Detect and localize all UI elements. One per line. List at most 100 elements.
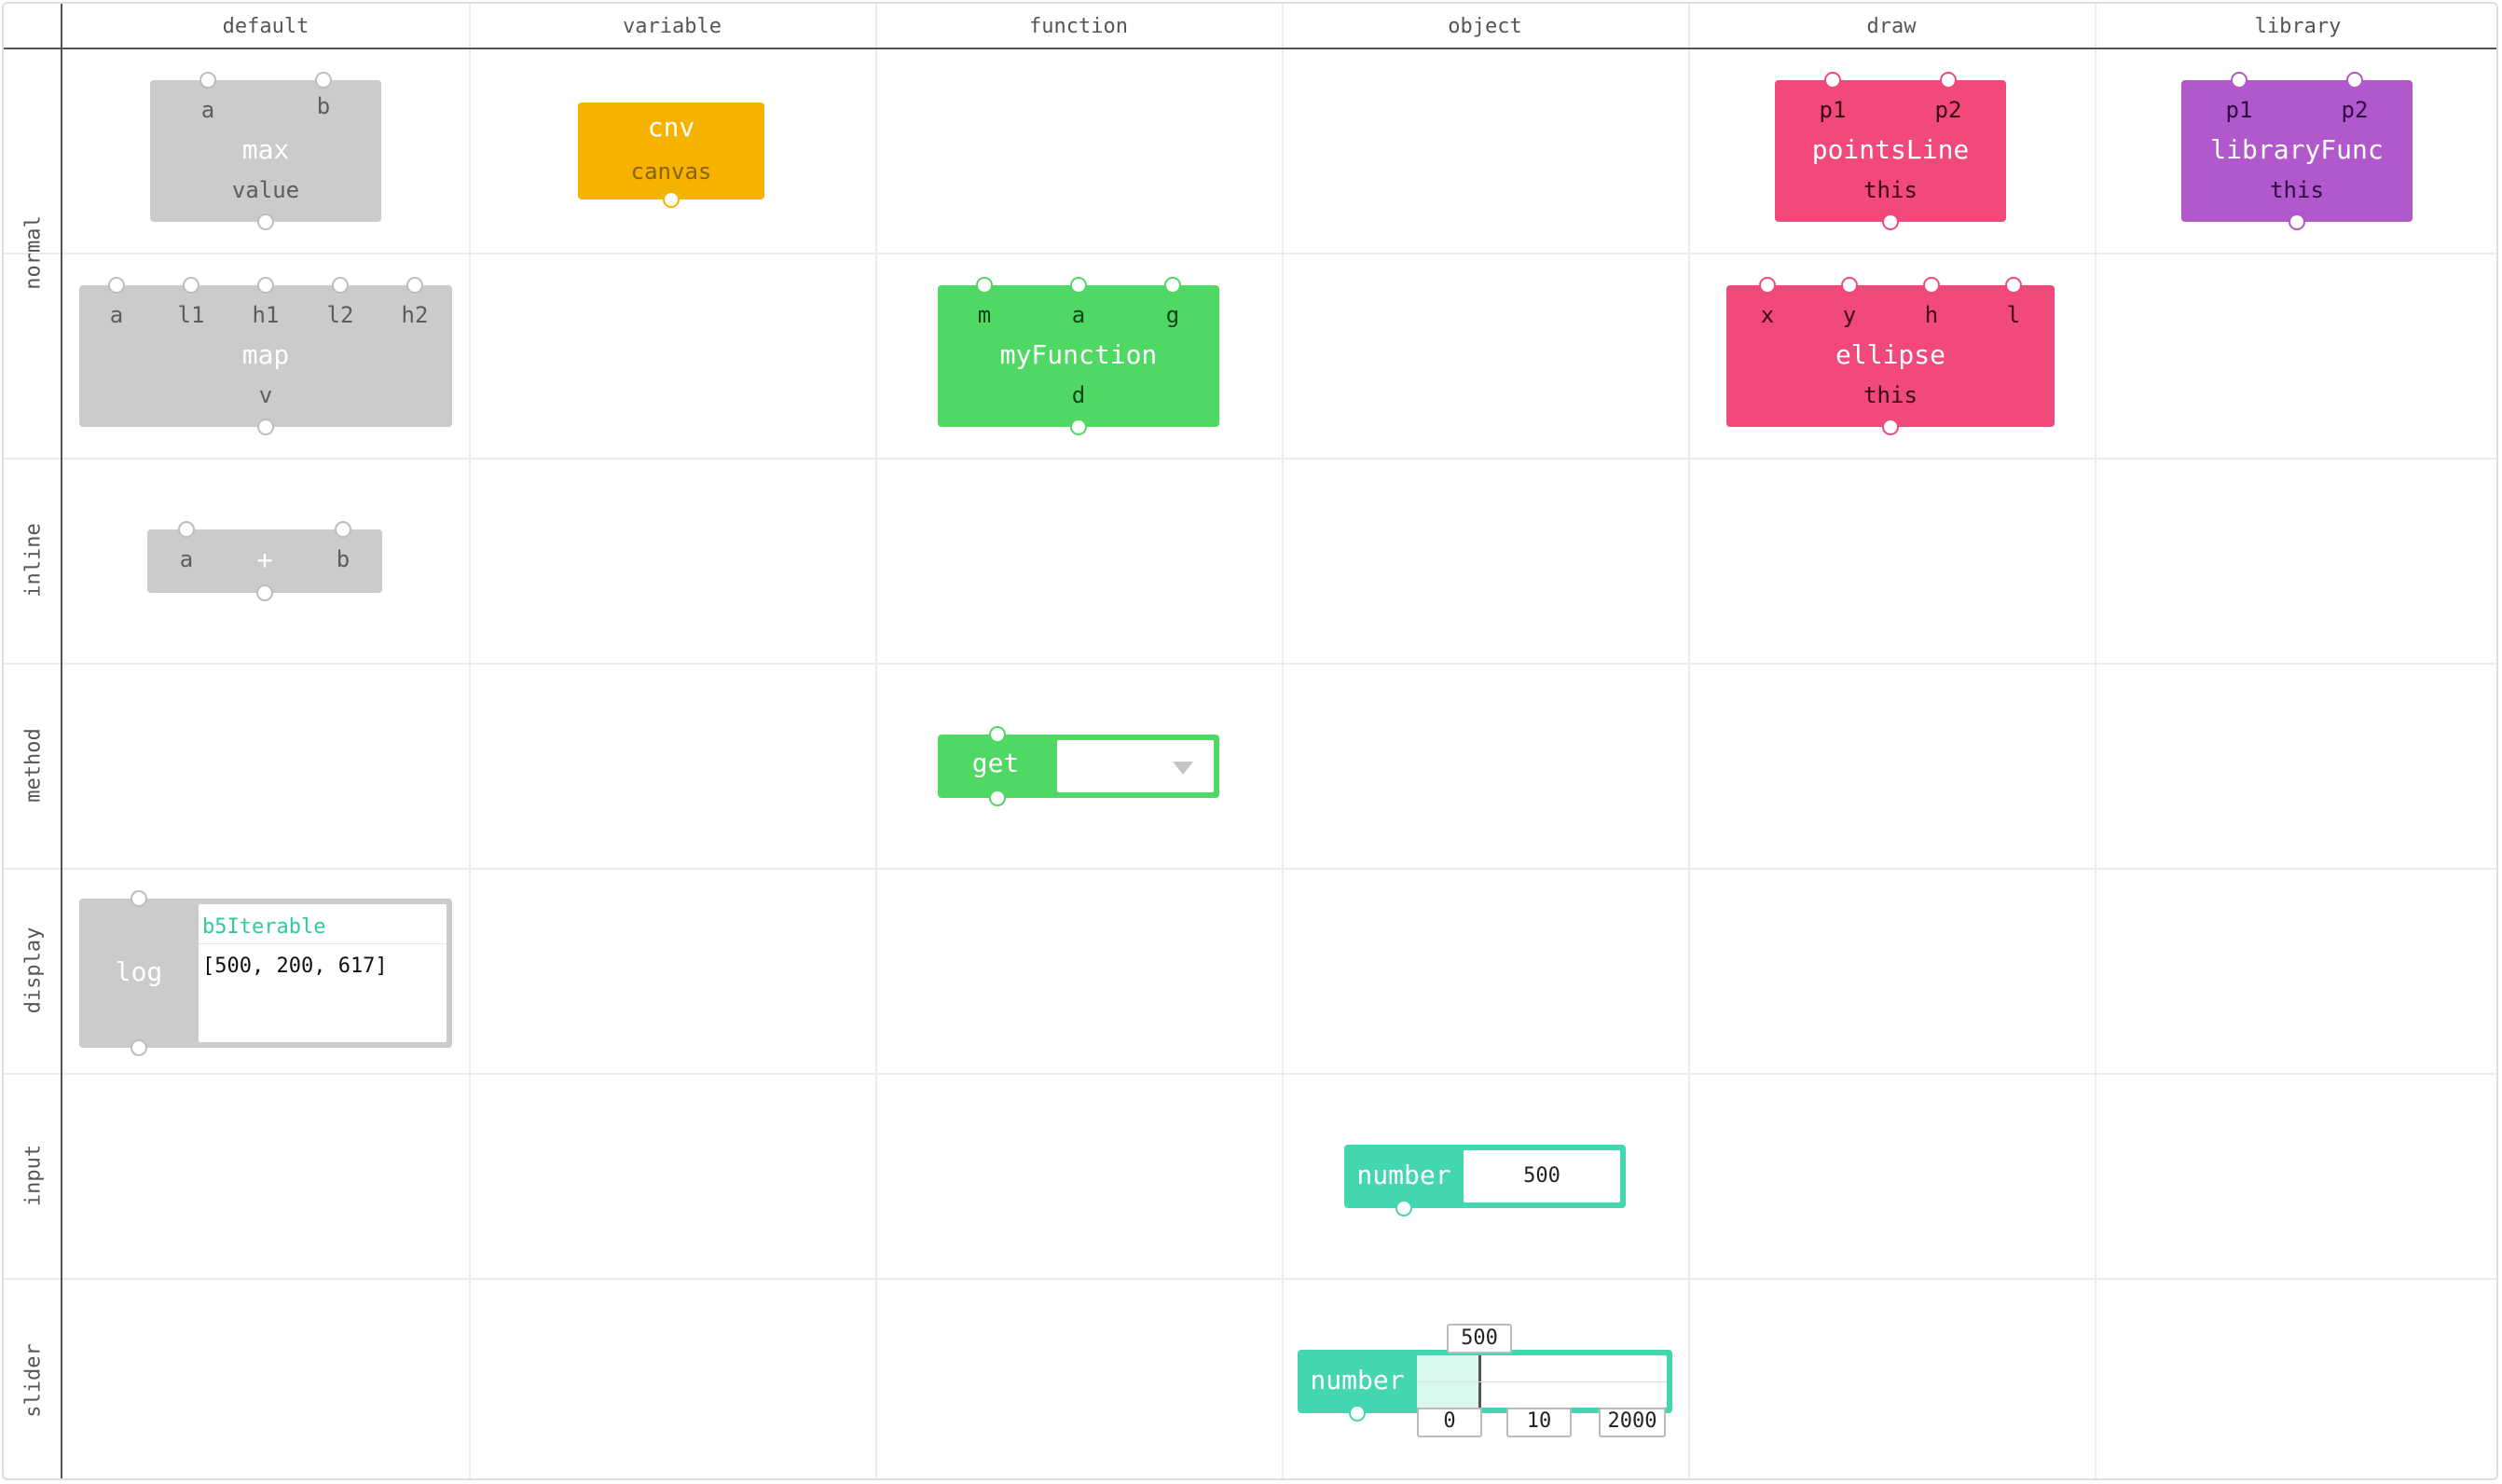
slider-step-field[interactable]: 10: [1506, 1408, 1572, 1437]
input-label: h1: [252, 302, 280, 328]
input-port[interactable]: [199, 72, 216, 89]
grid-line: [469, 4, 471, 1478]
input-port[interactable]: [989, 726, 1006, 743]
block-name: cnv: [647, 112, 695, 143]
block-name: number: [1356, 1160, 1451, 1190]
cnv-block[interactable]: cnv canvas: [578, 103, 764, 208]
block-gallery-grid: default variable function object draw li…: [2, 2, 2498, 1480]
ellipse-block[interactable]: x y h l ellipse this: [1726, 277, 2055, 435]
output-port[interactable]: [1349, 1405, 1366, 1422]
output-label: canvas: [630, 158, 712, 185]
column-header-default: default: [222, 15, 309, 38]
get-method-block[interactable]: get: [938, 726, 1219, 806]
block-name: max: [241, 134, 290, 165]
output-port[interactable]: [1882, 213, 1899, 230]
myFunction-block[interactable]: m a g myFunction d: [938, 277, 1219, 435]
input-label: m: [977, 302, 992, 328]
row-header-inline: inline: [21, 523, 46, 598]
column-axis: [4, 48, 2496, 49]
input-label: h: [1924, 302, 1939, 328]
block-name: log: [115, 956, 163, 987]
pointsLine-block[interactable]: p1 p2 pointsLine this: [1775, 72, 2006, 230]
row-header-method: method: [21, 728, 46, 803]
max-block[interactable]: a b max value: [150, 72, 381, 230]
input-label: p1: [1819, 97, 1847, 123]
row-header-normal: normal: [21, 215, 46, 290]
slider-max-field[interactable]: 2000: [1599, 1408, 1666, 1437]
output-port[interactable]: [989, 790, 1006, 806]
grid-line: [1688, 4, 1690, 1478]
output-label: this: [1863, 177, 1918, 203]
slider-track[interactable]: [1417, 1355, 1667, 1408]
output-port[interactable]: [256, 584, 273, 601]
output-port[interactable]: [1395, 1200, 1412, 1216]
input-label: p2: [2341, 97, 2369, 123]
column-header-function: function: [1029, 15, 1128, 38]
log-display-block[interactable]: log b5Iterable [500, 200, 617]: [79, 890, 452, 1056]
output-label: value: [231, 177, 300, 203]
number-slider-block[interactable]: number: [1298, 1350, 1672, 1422]
number-input-field[interactable]: 500: [1464, 1150, 1620, 1202]
log-value: [500, 200, 617]: [202, 955, 388, 978]
input-port[interactable]: [332, 277, 349, 294]
column-header-draw: draw: [1866, 15, 1917, 38]
slider-min-field[interactable]: 0: [1417, 1408, 1482, 1437]
slider-value-label: 500: [1447, 1324, 1512, 1353]
row-header-slider: slider: [21, 1343, 46, 1418]
output-label: d: [1071, 382, 1086, 408]
input-port[interactable]: [183, 277, 199, 294]
map-block[interactable]: a l1 h1 l2 h2 map v: [79, 277, 452, 435]
grid-line: [4, 1278, 2496, 1280]
output-port[interactable]: [131, 1039, 147, 1056]
output-label: this: [2270, 177, 2324, 203]
block-name: pointsLine: [1811, 134, 1970, 165]
input-port[interactable]: [335, 521, 351, 538]
input-port[interactable]: [2346, 72, 2363, 89]
output-label: this: [1863, 382, 1918, 408]
input-port[interactable]: [1841, 277, 1858, 294]
output-port[interactable]: [1070, 419, 1087, 435]
input-port[interactable]: [406, 277, 423, 294]
input-port[interactable]: [315, 72, 332, 89]
output-port[interactable]: [1882, 419, 1899, 435]
grid-line: [4, 1073, 2496, 1075]
input-port[interactable]: [1940, 72, 1957, 89]
input-port[interactable]: [131, 890, 147, 907]
row-header-display: display: [21, 927, 46, 1014]
column-header-variable: variable: [623, 15, 722, 38]
add-inline-block[interactable]: a + b: [147, 521, 382, 601]
input-label: a: [1071, 302, 1086, 328]
operator-label: +: [256, 544, 273, 575]
output-port[interactable]: [257, 213, 274, 230]
input-port[interactable]: [108, 277, 125, 294]
input-port[interactable]: [1923, 277, 1940, 294]
row-axis: [61, 4, 62, 1478]
input-port[interactable]: [2005, 277, 2022, 294]
output-port[interactable]: [663, 191, 680, 208]
output-port[interactable]: [2289, 213, 2305, 230]
input-port[interactable]: [1070, 277, 1087, 294]
property-dropdown[interactable]: [1057, 740, 1214, 792]
grid-line: [2095, 4, 2096, 1478]
grid-line: [875, 4, 877, 1478]
output-port[interactable]: [257, 419, 274, 435]
input-port[interactable]: [1824, 72, 1841, 89]
input-port[interactable]: [257, 277, 274, 294]
grid-line: [4, 253, 2496, 254]
output-label: v: [258, 382, 273, 408]
input-label: x: [1760, 302, 1775, 328]
input-label: g: [1165, 302, 1180, 328]
input-label: l2: [326, 302, 354, 328]
input-port[interactable]: [1759, 277, 1776, 294]
input-port[interactable]: [2231, 72, 2248, 89]
number-input-block[interactable]: number 500: [1344, 1145, 1626, 1216]
input-port[interactable]: [1164, 277, 1181, 294]
row-header-input: input: [21, 1144, 46, 1207]
libraryFunc-block[interactable]: p1 p2 libraryFunc this: [2181, 72, 2413, 230]
input-port[interactable]: [976, 277, 993, 294]
input-port[interactable]: [178, 521, 195, 538]
grid-line: [4, 868, 2496, 870]
slider-midline: [1417, 1381, 1667, 1382]
input-label: a: [109, 302, 124, 328]
input-label: y: [1842, 302, 1857, 328]
